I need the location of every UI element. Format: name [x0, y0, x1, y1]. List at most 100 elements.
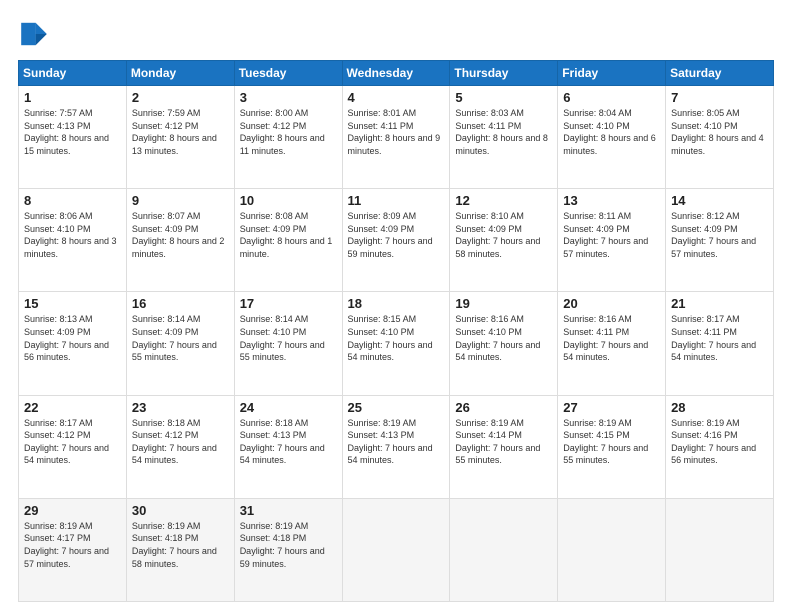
day-cell-9: 9 Sunrise: 8:07 AMSunset: 4:09 PMDayligh… — [126, 189, 234, 292]
day-number: 1 — [24, 90, 121, 105]
cell-details: Sunrise: 8:13 AMSunset: 4:09 PMDaylight:… — [24, 314, 109, 362]
day-cell-7: 7 Sunrise: 8:05 AMSunset: 4:10 PMDayligh… — [666, 86, 774, 189]
day-number: 20 — [563, 296, 660, 311]
cell-details: Sunrise: 8:19 AMSunset: 4:16 PMDaylight:… — [671, 418, 756, 466]
day-cell-28: 28 Sunrise: 8:19 AMSunset: 4:16 PMDaylig… — [666, 395, 774, 498]
day-number: 5 — [455, 90, 552, 105]
cell-details: Sunrise: 8:15 AMSunset: 4:10 PMDaylight:… — [348, 314, 433, 362]
cell-details: Sunrise: 8:01 AMSunset: 4:11 PMDaylight:… — [348, 108, 441, 156]
cell-details: Sunrise: 8:19 AMSunset: 4:18 PMDaylight:… — [240, 521, 325, 569]
day-cell-10: 10 Sunrise: 8:08 AMSunset: 4:09 PMDaylig… — [234, 189, 342, 292]
day-number: 29 — [24, 503, 121, 518]
week-row-2: 8 Sunrise: 8:06 AMSunset: 4:10 PMDayligh… — [19, 189, 774, 292]
day-cell-8: 8 Sunrise: 8:06 AMSunset: 4:10 PMDayligh… — [19, 189, 127, 292]
empty-cell — [558, 498, 666, 601]
cell-details: Sunrise: 7:59 AMSunset: 4:12 PMDaylight:… — [132, 108, 217, 156]
day-number: 10 — [240, 193, 337, 208]
day-number: 11 — [348, 193, 445, 208]
day-cell-23: 23 Sunrise: 8:18 AMSunset: 4:12 PMDaylig… — [126, 395, 234, 498]
day-number: 2 — [132, 90, 229, 105]
calendar-table: SundayMondayTuesdayWednesdayThursdayFrid… — [18, 60, 774, 602]
day-number: 12 — [455, 193, 552, 208]
cell-details: Sunrise: 8:03 AMSunset: 4:11 PMDaylight:… — [455, 108, 548, 156]
cell-details: Sunrise: 8:06 AMSunset: 4:10 PMDaylight:… — [24, 211, 117, 259]
weekday-header-friday: Friday — [558, 61, 666, 86]
empty-cell — [450, 498, 558, 601]
day-cell-21: 21 Sunrise: 8:17 AMSunset: 4:11 PMDaylig… — [666, 292, 774, 395]
cell-details: Sunrise: 8:16 AMSunset: 4:10 PMDaylight:… — [455, 314, 540, 362]
day-number: 13 — [563, 193, 660, 208]
day-cell-20: 20 Sunrise: 8:16 AMSunset: 4:11 PMDaylig… — [558, 292, 666, 395]
day-number: 22 — [24, 400, 121, 415]
cell-details: Sunrise: 8:16 AMSunset: 4:11 PMDaylight:… — [563, 314, 648, 362]
weekday-header-tuesday: Tuesday — [234, 61, 342, 86]
cell-details: Sunrise: 7:57 AMSunset: 4:13 PMDaylight:… — [24, 108, 109, 156]
logo — [18, 18, 54, 50]
cell-details: Sunrise: 8:17 AMSunset: 4:12 PMDaylight:… — [24, 418, 109, 466]
cell-details: Sunrise: 8:09 AMSunset: 4:09 PMDaylight:… — [348, 211, 433, 259]
day-cell-1: 1 Sunrise: 7:57 AMSunset: 4:13 PMDayligh… — [19, 86, 127, 189]
day-number: 16 — [132, 296, 229, 311]
cell-details: Sunrise: 8:00 AMSunset: 4:12 PMDaylight:… — [240, 108, 325, 156]
day-cell-27: 27 Sunrise: 8:19 AMSunset: 4:15 PMDaylig… — [558, 395, 666, 498]
week-row-1: 1 Sunrise: 7:57 AMSunset: 4:13 PMDayligh… — [19, 86, 774, 189]
day-number: 19 — [455, 296, 552, 311]
day-number: 14 — [671, 193, 768, 208]
cell-details: Sunrise: 8:19 AMSunset: 4:15 PMDaylight:… — [563, 418, 648, 466]
cell-details: Sunrise: 8:14 AMSunset: 4:09 PMDaylight:… — [132, 314, 217, 362]
day-cell-25: 25 Sunrise: 8:19 AMSunset: 4:13 PMDaylig… — [342, 395, 450, 498]
day-number: 27 — [563, 400, 660, 415]
day-cell-26: 26 Sunrise: 8:19 AMSunset: 4:14 PMDaylig… — [450, 395, 558, 498]
week-row-3: 15 Sunrise: 8:13 AMSunset: 4:09 PMDaylig… — [19, 292, 774, 395]
day-cell-5: 5 Sunrise: 8:03 AMSunset: 4:11 PMDayligh… — [450, 86, 558, 189]
day-cell-18: 18 Sunrise: 8:15 AMSunset: 4:10 PMDaylig… — [342, 292, 450, 395]
week-row-4: 22 Sunrise: 8:17 AMSunset: 4:12 PMDaylig… — [19, 395, 774, 498]
day-number: 26 — [455, 400, 552, 415]
cell-details: Sunrise: 8:08 AMSunset: 4:09 PMDaylight:… — [240, 211, 333, 259]
cell-details: Sunrise: 8:19 AMSunset: 4:18 PMDaylight:… — [132, 521, 217, 569]
day-number: 15 — [24, 296, 121, 311]
day-number: 18 — [348, 296, 445, 311]
cell-details: Sunrise: 8:19 AMSunset: 4:13 PMDaylight:… — [348, 418, 433, 466]
day-cell-4: 4 Sunrise: 8:01 AMSunset: 4:11 PMDayligh… — [342, 86, 450, 189]
day-cell-15: 15 Sunrise: 8:13 AMSunset: 4:09 PMDaylig… — [19, 292, 127, 395]
day-cell-31: 31 Sunrise: 8:19 AMSunset: 4:18 PMDaylig… — [234, 498, 342, 601]
day-cell-16: 16 Sunrise: 8:14 AMSunset: 4:09 PMDaylig… — [126, 292, 234, 395]
day-cell-17: 17 Sunrise: 8:14 AMSunset: 4:10 PMDaylig… — [234, 292, 342, 395]
day-number: 21 — [671, 296, 768, 311]
day-cell-6: 6 Sunrise: 8:04 AMSunset: 4:10 PMDayligh… — [558, 86, 666, 189]
cell-details: Sunrise: 8:18 AMSunset: 4:12 PMDaylight:… — [132, 418, 217, 466]
weekday-header-row: SundayMondayTuesdayWednesdayThursdayFrid… — [19, 61, 774, 86]
weekday-header-saturday: Saturday — [666, 61, 774, 86]
day-number: 25 — [348, 400, 445, 415]
day-cell-13: 13 Sunrise: 8:11 AMSunset: 4:09 PMDaylig… — [558, 189, 666, 292]
cell-details: Sunrise: 8:19 AMSunset: 4:17 PMDaylight:… — [24, 521, 109, 569]
cell-details: Sunrise: 8:10 AMSunset: 4:09 PMDaylight:… — [455, 211, 540, 259]
day-number: 30 — [132, 503, 229, 518]
cell-details: Sunrise: 8:04 AMSunset: 4:10 PMDaylight:… — [563, 108, 656, 156]
day-cell-30: 30 Sunrise: 8:19 AMSunset: 4:18 PMDaylig… — [126, 498, 234, 601]
day-cell-3: 3 Sunrise: 8:00 AMSunset: 4:12 PMDayligh… — [234, 86, 342, 189]
day-number: 9 — [132, 193, 229, 208]
week-row-5: 29 Sunrise: 8:19 AMSunset: 4:17 PMDaylig… — [19, 498, 774, 601]
day-number: 6 — [563, 90, 660, 105]
empty-cell — [666, 498, 774, 601]
weekday-header-wednesday: Wednesday — [342, 61, 450, 86]
cell-details: Sunrise: 8:14 AMSunset: 4:10 PMDaylight:… — [240, 314, 325, 362]
cell-details: Sunrise: 8:19 AMSunset: 4:14 PMDaylight:… — [455, 418, 540, 466]
day-number: 28 — [671, 400, 768, 415]
cell-details: Sunrise: 8:05 AMSunset: 4:10 PMDaylight:… — [671, 108, 764, 156]
day-number: 3 — [240, 90, 337, 105]
day-number: 8 — [24, 193, 121, 208]
day-number: 24 — [240, 400, 337, 415]
weekday-header-sunday: Sunday — [19, 61, 127, 86]
logo-icon — [18, 18, 50, 50]
page: SundayMondayTuesdayWednesdayThursdayFrid… — [0, 0, 792, 612]
cell-details: Sunrise: 8:18 AMSunset: 4:13 PMDaylight:… — [240, 418, 325, 466]
cell-details: Sunrise: 8:07 AMSunset: 4:09 PMDaylight:… — [132, 211, 225, 259]
cell-details: Sunrise: 8:12 AMSunset: 4:09 PMDaylight:… — [671, 211, 756, 259]
weekday-header-thursday: Thursday — [450, 61, 558, 86]
day-cell-14: 14 Sunrise: 8:12 AMSunset: 4:09 PMDaylig… — [666, 189, 774, 292]
empty-cell — [342, 498, 450, 601]
day-cell-29: 29 Sunrise: 8:19 AMSunset: 4:17 PMDaylig… — [19, 498, 127, 601]
